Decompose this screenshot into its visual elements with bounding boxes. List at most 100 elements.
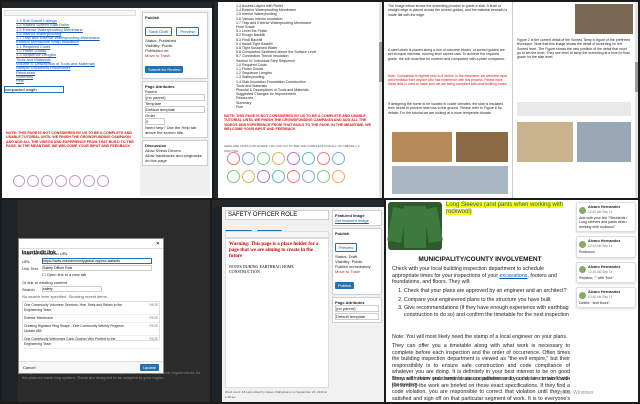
set-featured-link[interactable]: Set featured image xyxy=(335,218,379,223)
cancel-link[interactable]: Cancel xyxy=(23,365,35,370)
comment-meta: Alvaro Hernandez 12:40 AM Sep 14 xyxy=(588,205,620,215)
existing-content-label: Or link to existing content xyxy=(22,280,67,285)
move-trash-link[interactable]: Move to Trash xyxy=(145,53,205,58)
badge-icon xyxy=(272,170,285,183)
discussion-option[interactable]: Allow trackbacks and pingbacks on this p… xyxy=(145,153,205,163)
page-attributes-box: Page Attributes Parent (no parent) Templ… xyxy=(142,81,208,138)
icon-row xyxy=(226,170,376,188)
avatar xyxy=(579,266,586,274)
figure-image xyxy=(517,102,631,116)
close-icon[interactable]: ✕ xyxy=(156,241,160,247)
badge-icon xyxy=(272,152,285,165)
save-draft-button[interactable]: Save Draft xyxy=(145,27,172,36)
figure-image xyxy=(577,122,631,162)
parent-select[interactable]: (no parent) xyxy=(335,305,379,312)
avatar xyxy=(579,291,586,299)
url-label: URL xyxy=(22,258,31,264)
comment-time: 12:45 AM Sep 14 xyxy=(588,269,613,274)
search-label: Search xyxy=(22,286,35,292)
update-button[interactable]: Update xyxy=(140,364,159,371)
editor-toc-pane: 1.3 Soil Gravel Listings 1.4 Raised Scree… xyxy=(2,2,212,198)
left-rail xyxy=(214,2,218,198)
right-document: Figure 2 is the current detail of the Sc… xyxy=(512,2,638,198)
section-list: 1.3 Access Layers with Relief 1.4 Exterio… xyxy=(236,4,376,109)
move-trash-link[interactable]: Move to Trash xyxy=(335,269,379,274)
enter-url-label: Enter the destination URL xyxy=(22,251,68,256)
scrollbar[interactable] xyxy=(379,2,382,198)
preview-button[interactable]: Preview xyxy=(335,243,358,252)
title-input[interactable]: SAFETY OFFICER ROLE xyxy=(225,210,329,220)
find-input[interactable] xyxy=(4,86,64,93)
badge-icon xyxy=(13,175,25,187)
screenshot-collage: 1.3 Soil Gravel Listings 1.4 Raised Scree… xyxy=(0,0,640,404)
template-select[interactable]: Default template xyxy=(145,106,205,113)
figure-image xyxy=(575,4,633,34)
toc-item[interactable]: Fine xyxy=(16,78,136,83)
comment-time: 12:44 AM Sep 14 xyxy=(588,244,613,249)
admin-menu[interactable] xyxy=(212,207,222,402)
result-type: PAGE xyxy=(149,316,158,320)
order-input[interactable]: 0 xyxy=(145,118,165,125)
parent-select[interactable]: (no parent) xyxy=(145,94,205,101)
result-title: Exterior Membrane xyxy=(24,316,53,320)
dialog-header: Insert/edit link ✕ xyxy=(19,239,163,256)
result-title: Creating Highland Ring Shape - One Commu… xyxy=(24,324,124,333)
discussion-box: Discussion Allow Stress Drivers Allow tr… xyxy=(142,140,208,166)
editor-toolbar[interactable] xyxy=(225,231,329,238)
publish-button[interactable]: Publish xyxy=(335,282,355,289)
paragraph: A steel chain is placed along a row of c… xyxy=(388,48,506,61)
editor-toolbar[interactable] xyxy=(4,10,136,16)
badge-icon xyxy=(332,170,345,183)
comment-text: Rockwool xyxy=(579,250,595,255)
badge-icon xyxy=(55,175,67,187)
link-text-row: Link Text xyxy=(22,265,160,271)
comment-card[interactable]: Alvaro Hernandez 12:46 AM Sep 14 Delete: "… xyxy=(576,287,636,309)
red-note: NOTE: THIS PAGE IS NOT CONSIDERED BY US … xyxy=(224,114,372,132)
preview-button[interactable]: Preview xyxy=(176,27,199,36)
page-attributes-box: Page Attributes (no parent) Default temp… xyxy=(332,297,382,323)
scrollbar[interactable] xyxy=(635,2,638,198)
comment-card[interactable]: Alvaro Hernandez 12:45 AM Sep 14 Replace: … xyxy=(576,261,636,284)
comment-card[interactable]: Alvaro Hernandez 12:40 AM Sep 14 Add with … xyxy=(576,202,636,233)
section-heading: MUNICIPALITY/COUNTY INVOLVEMENT xyxy=(418,256,542,263)
publish-box: Publish Preview Status: Draft Visibility… xyxy=(332,228,382,295)
comment-header: Alvaro Hernandez 12:45 AM Sep 14 xyxy=(579,265,633,275)
list-item[interactable]: Fine xyxy=(236,105,376,109)
submit-button[interactable]: Submit for Review xyxy=(145,66,184,73)
comment-card[interactable]: Alvaro Hernandez 12:44 AM Sep 14 Rockwool xyxy=(576,236,636,258)
badge-icon xyxy=(83,175,95,187)
search-row: Search xyxy=(22,286,160,292)
comment-header: Alvaro Hernandez 12:40 AM Sep 14 xyxy=(579,205,633,215)
red-note: NOTE: THIS PAGE IS NOT CONSIDERED BY US … xyxy=(6,131,134,149)
excavations-link[interactable]: excavations xyxy=(499,273,527,279)
result-row[interactable]: One Community Welcomes Carlo Gudrun Vein… xyxy=(23,336,159,349)
avatar xyxy=(579,240,586,248)
note-text: Note: Compaction is highest prior to 8 i… xyxy=(388,74,508,87)
image-caption: Long Sleeves (and pants when working wit… xyxy=(446,202,566,216)
badge-icon xyxy=(302,152,315,165)
note-paragraph: Note: You will most likely need the stam… xyxy=(392,334,568,340)
search-input[interactable] xyxy=(42,286,102,292)
open-new-tab-checkbox[interactable]: ☐ Open link in a new tab xyxy=(42,272,140,277)
link-text-input[interactable] xyxy=(42,265,152,271)
result-row[interactable]: Creating Highland Ring Shape - One Commu… xyxy=(23,323,159,336)
admin-toolbar[interactable]: One Community0+ NewView PageEdit with El… xyxy=(212,200,384,207)
badge-icon xyxy=(69,175,81,187)
editor-content[interactable]: Warning: This page is a place holder for… xyxy=(225,238,329,388)
dialog-footer: Cancel Update xyxy=(19,361,163,373)
url-input[interactable] xyxy=(42,258,152,264)
result-row[interactable]: Exterior Membrane PAGE xyxy=(23,315,159,323)
list-item: Compare your engineered plans to the str… xyxy=(404,297,580,304)
badge-icon xyxy=(317,152,330,165)
insert-link-dialog: Insert/edit link ✕ Enter the destination… xyxy=(18,238,164,374)
result-row[interactable]: One Community Volunteer Services: Hire, … xyxy=(23,302,159,315)
publish-heading: Publish xyxy=(335,231,350,236)
template-select[interactable]: Default template xyxy=(335,313,379,320)
result-type: PAGE xyxy=(149,303,158,307)
admin-toolbar[interactable] xyxy=(2,2,212,8)
icon-row xyxy=(12,174,132,192)
link-text-label: Link Text xyxy=(22,265,38,271)
editor-sidebar: Publish Save Draft Preview Status: Publi… xyxy=(140,10,210,196)
badge-icon xyxy=(41,175,53,187)
admin-menu[interactable] xyxy=(2,200,18,402)
